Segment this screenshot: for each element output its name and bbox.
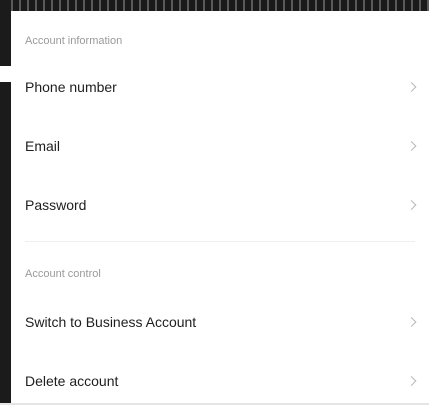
settings-row-label: Phone number bbox=[25, 79, 117, 95]
chevron-right-icon bbox=[406, 141, 417, 151]
chevron-right-icon bbox=[406, 317, 417, 327]
settings-row-switch-to-business-account[interactable]: Switch to Business Account bbox=[11, 294, 429, 350]
chevron-right-icon bbox=[406, 376, 417, 386]
settings-row-label: Delete account bbox=[25, 373, 119, 389]
section-divider bbox=[25, 241, 415, 242]
top-background-strip bbox=[0, 0, 429, 11]
section-header-account-control: Account control bbox=[25, 268, 101, 280]
chevron-right-icon bbox=[406, 200, 417, 210]
settings-row-email[interactable]: Email bbox=[11, 118, 429, 174]
left-background-strip bbox=[0, 0, 11, 405]
left-strip-notch bbox=[0, 66, 11, 82]
settings-row-password[interactable]: Password bbox=[11, 177, 429, 233]
settings-row-label: Switch to Business Account bbox=[25, 314, 197, 330]
chevron-right-icon bbox=[406, 82, 417, 92]
settings-row-label: Password bbox=[25, 197, 87, 213]
account-settings-panel: Account information Phone number Email P… bbox=[11, 11, 429, 405]
settings-row-label: Email bbox=[25, 138, 61, 154]
section-header-account-information: Account information bbox=[25, 35, 123, 47]
settings-row-delete-account[interactable]: Delete account bbox=[11, 353, 429, 409]
settings-row-phone-number[interactable]: Phone number bbox=[11, 59, 429, 115]
